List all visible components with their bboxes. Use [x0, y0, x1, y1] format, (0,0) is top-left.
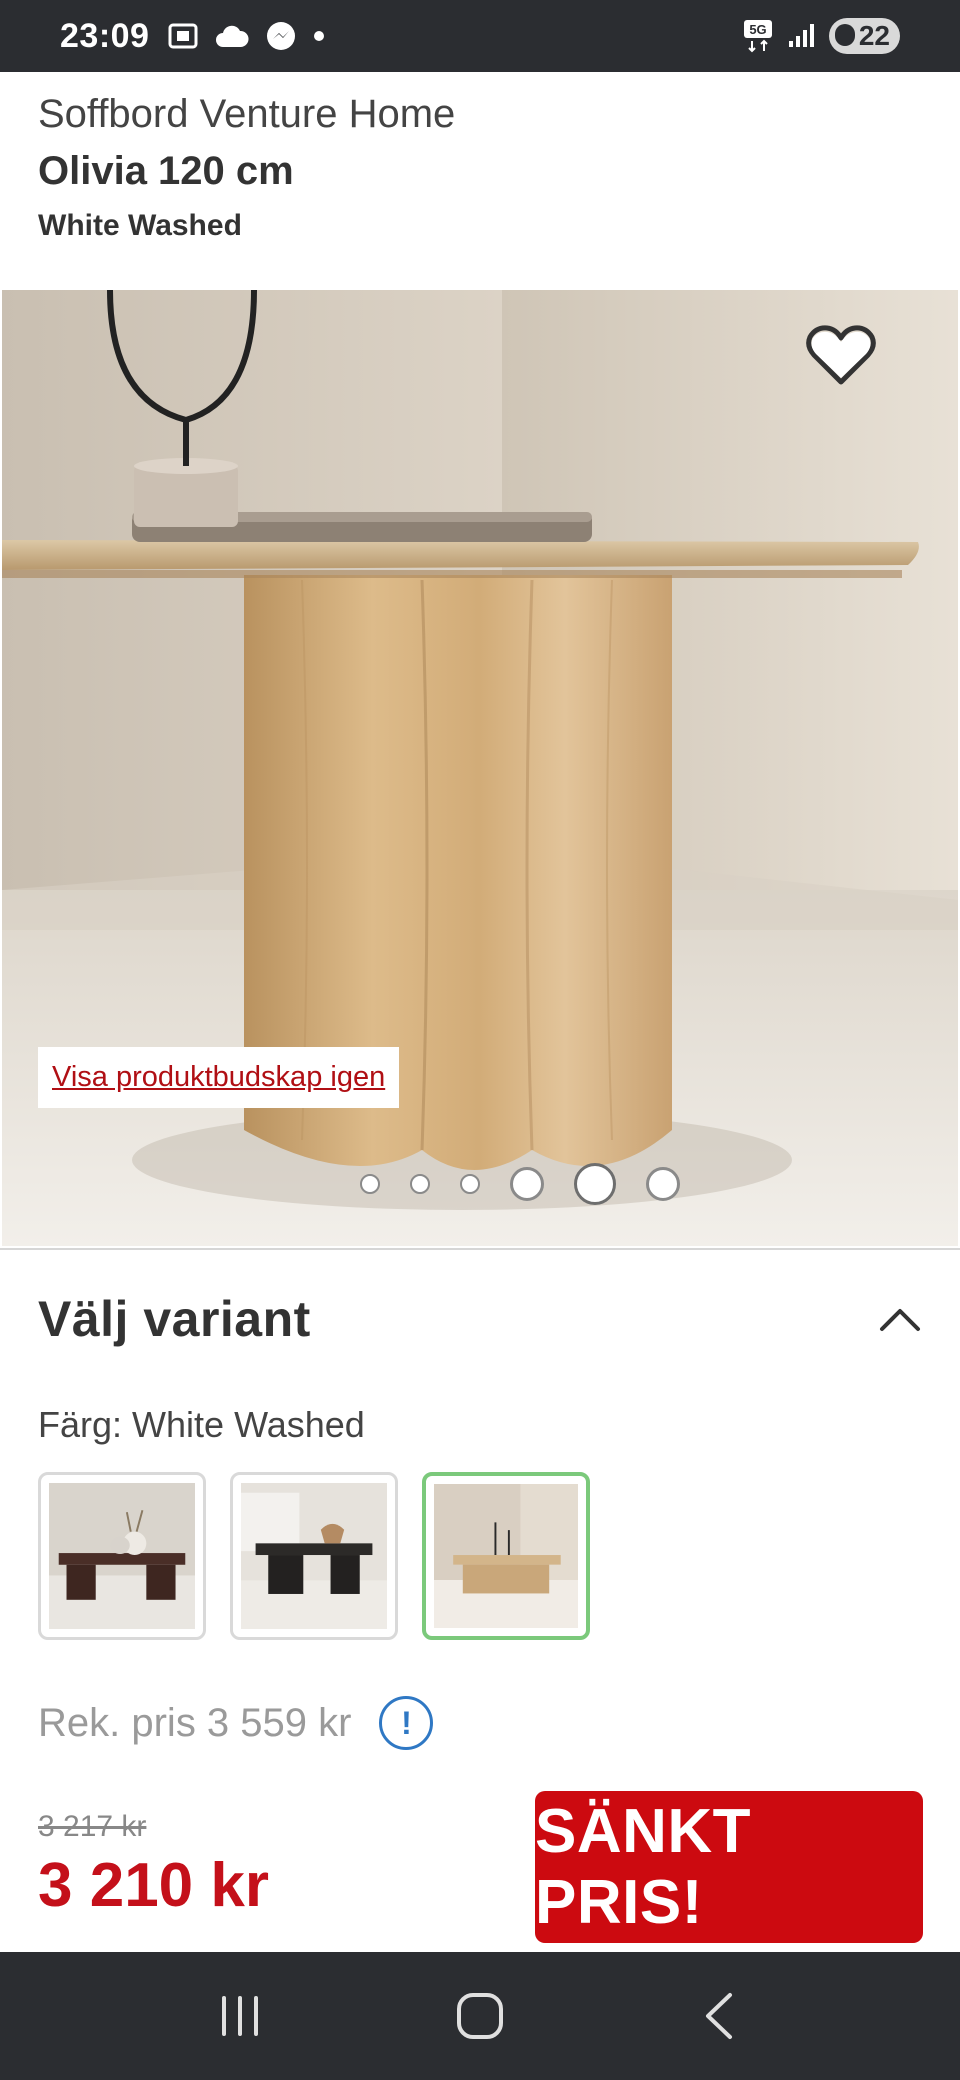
gallery-dot[interactable]	[360, 1174, 380, 1194]
signal-icon	[787, 23, 815, 49]
home-icon	[457, 1993, 503, 2039]
color-label-line: Färg: White Washed	[38, 1404, 365, 1446]
old-price: 3 217 kr	[38, 1810, 147, 1843]
color-value: White Washed	[132, 1404, 365, 1445]
chevron-up-icon[interactable]	[878, 1297, 922, 1341]
product-variant-name: White Washed	[38, 209, 242, 242]
heart-icon	[806, 325, 876, 385]
info-icon[interactable]: !	[379, 1696, 434, 1750]
svg-text:5G: 5G	[749, 22, 766, 37]
product-image-gallery[interactable]: Visa produktbudskap igen	[2, 290, 958, 1246]
status-bar: 23:09 5G 22	[0, 0, 960, 72]
swatch-image	[49, 1483, 195, 1629]
system-nav-bar	[0, 1952, 960, 2080]
gallery-dot[interactable]	[510, 1167, 544, 1201]
gallery-dot-active[interactable]	[574, 1163, 616, 1205]
battery-indicator: 22	[828, 18, 900, 54]
product-name: Olivia 120 cm	[38, 149, 294, 193]
notification-dot-icon	[313, 30, 325, 42]
gallery-dot[interactable]	[410, 1174, 430, 1194]
section-divider	[0, 1248, 960, 1250]
back-icon	[706, 1993, 732, 2039]
status-icons-right: 5G 22	[743, 18, 900, 54]
recommended-price: Rek. pris 3 559 kr	[38, 1700, 352, 1745]
screenshot-icon	[167, 20, 199, 52]
home-button[interactable]	[450, 1986, 510, 2046]
show-product-message-link[interactable]: Visa produktbudskap igen	[38, 1047, 400, 1108]
recent-apps-button[interactable]	[210, 1986, 270, 2046]
swatch-black[interactable]	[230, 1472, 398, 1640]
swatch-white-washed[interactable]	[422, 1472, 590, 1640]
color-swatches	[38, 1472, 590, 1640]
product-header: Soffbord Venture Home Olivia 120 cm Whit…	[38, 86, 922, 248]
cloud-icon	[215, 23, 249, 49]
back-button[interactable]	[690, 1986, 750, 2046]
product-brand-line: Soffbord Venture Home	[38, 92, 456, 136]
color-label: Färg:	[38, 1404, 123, 1445]
recent-apps-icon	[222, 1996, 258, 2036]
recommended-price-line: Rek. pris 3 559 kr !	[38, 1696, 434, 1750]
variant-section-title: Välj variant	[38, 1291, 311, 1347]
swatch-dark-brown[interactable]	[38, 1472, 206, 1640]
favorite-heart-button[interactable]	[806, 324, 876, 388]
gallery-dot[interactable]	[460, 1174, 480, 1194]
gallery-dot[interactable]	[646, 1167, 680, 1201]
status-icons-left	[167, 20, 325, 52]
swatch-image	[241, 1483, 387, 1629]
gallery-pagination	[2, 1163, 958, 1205]
price-drop-badge: SÄNKT PRIS!	[535, 1791, 923, 1943]
messenger-icon	[265, 20, 297, 52]
variant-section-header[interactable]: Välj variant	[38, 1290, 922, 1348]
swatch-image	[434, 1484, 578, 1628]
status-time: 23:09	[60, 16, 150, 55]
network-5g-icon: 5G	[743, 19, 773, 53]
current-price: 3 210 kr	[38, 1851, 269, 1920]
